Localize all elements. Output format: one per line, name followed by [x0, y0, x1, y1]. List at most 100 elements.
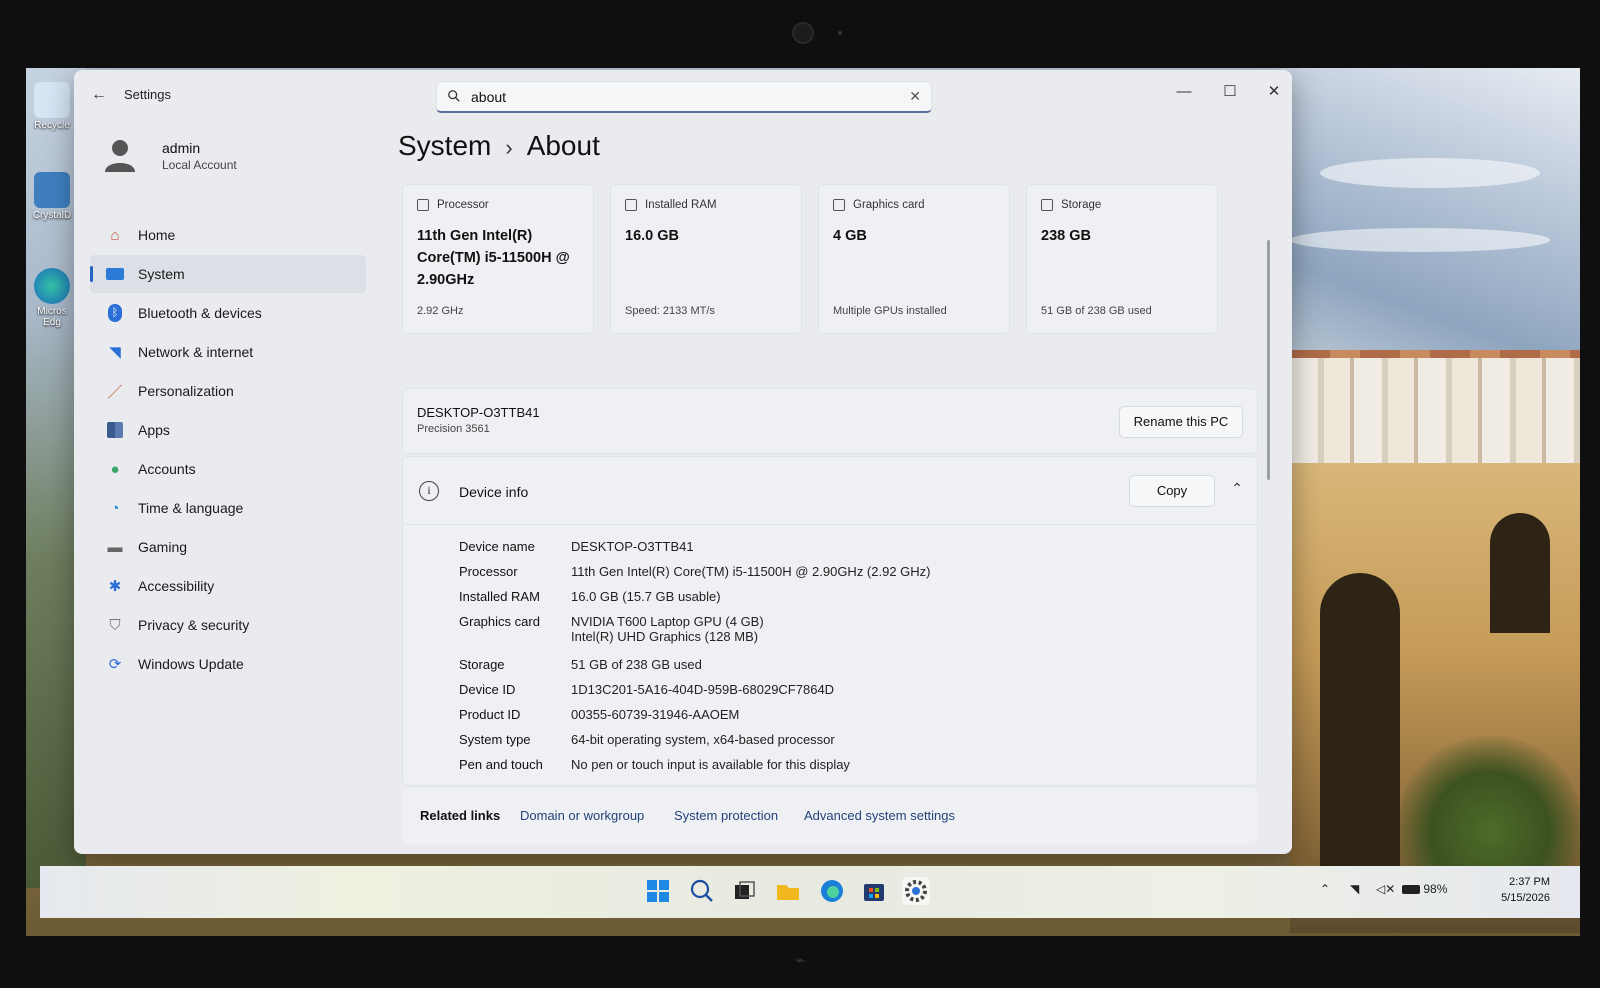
- maximize-button[interactable]: ☐: [1210, 78, 1250, 106]
- laptop-bezel: ⌁ Recycle CrystalD Micros Edg ← Settings…: [0, 0, 1600, 988]
- pc-name: DESKTOP-O3TTB41: [417, 405, 540, 420]
- battery-percent: 98%: [1423, 882, 1448, 896]
- card-value: 16.0 GB: [625, 228, 679, 244]
- rename-pc-button[interactable]: Rename this PC: [1119, 406, 1243, 438]
- edge-icon: [34, 268, 70, 304]
- back-button[interactable]: ←: [88, 84, 110, 106]
- sidebar-item-windows-update[interactable]: ⟳ Windows Update: [90, 645, 366, 683]
- store-icon: [864, 884, 884, 901]
- card-title: Installed RAM: [645, 199, 717, 211]
- webcam: [792, 22, 814, 44]
- sidebar-item-label: Accessibility: [138, 578, 215, 594]
- card-subtext: 51 GB of 238 GB used: [1041, 305, 1152, 317]
- desktop-icon-edge[interactable]: Micros Edg: [32, 268, 72, 328]
- accessibility-icon: ✱: [108, 578, 122, 595]
- pc-model: Precision 3561: [417, 423, 490, 435]
- search-input[interactable]: [471, 87, 891, 107]
- close-button[interactable]: ✕: [1254, 78, 1292, 106]
- recycle-bin-icon: [34, 82, 70, 118]
- spec-row-device-name: Device name DESKTOP-O3TTB41: [459, 539, 694, 554]
- globe-clock-icon: ◔: [110, 499, 120, 517]
- app-title: Settings: [124, 87, 171, 102]
- sidebar-item-home[interactable]: ⌂ Home: [90, 216, 366, 254]
- brush-icon: ／: [107, 383, 123, 401]
- card-subtext: Multiple GPUs installed: [833, 305, 947, 317]
- desktop-icon-crystal[interactable]: CrystalD: [32, 172, 72, 221]
- home-icon: ⌂: [110, 226, 120, 244]
- sidebar-item-network[interactable]: ◥ Network & internet: [90, 333, 366, 371]
- taskbar-search-button[interactable]: [688, 877, 716, 905]
- minimize-button[interactable]: —: [1164, 78, 1204, 106]
- gamepad-icon: ▬: [107, 538, 123, 556]
- card-subtext: Speed: 2133 MT/s: [625, 305, 715, 317]
- wifi-icon: ◥: [109, 344, 121, 361]
- chevron-up-icon[interactable]: ⌃: [1320, 882, 1330, 896]
- related-links: Related links Domain or workgroup System…: [402, 788, 1258, 844]
- search-box[interactable]: ✕: [436, 81, 932, 113]
- link-domain-workgroup[interactable]: Domain or workgroup: [520, 808, 644, 823]
- related-links-title: Related links: [420, 808, 501, 823]
- sidebar-item-bluetooth[interactable]: ᛒ Bluetooth & devices: [90, 294, 366, 332]
- spec-row-product-id: Product ID 00355-60739-31946-AAOEM: [459, 707, 740, 722]
- sidebar-nav: ⌂ Home System ᛒ Bluetooth & devices ◥ Ne…: [90, 216, 366, 684]
- sidebar-item-label: System: [138, 266, 185, 282]
- card-processor: Processor 11th Gen Intel(R) Core(TM) i5-…: [402, 184, 594, 334]
- settings-taskbar-button[interactable]: [902, 877, 930, 905]
- crystaldisk-icon: [34, 172, 70, 208]
- bluetooth-icon: ᛒ: [104, 303, 126, 323]
- spec-cards: Processor 11th Gen Intel(R) Core(TM) i5-…: [402, 184, 1232, 334]
- link-system-protection[interactable]: System protection: [674, 808, 778, 823]
- sidebar-item-label: Network & internet: [138, 344, 254, 360]
- clock[interactable]: 2:37 PM 5/15/2026: [1501, 874, 1550, 906]
- wifi-icon[interactable]: ◥: [1350, 882, 1359, 896]
- file-explorer-button[interactable]: [774, 877, 802, 905]
- volume-muted-icon[interactable]: ◁✕: [1376, 882, 1395, 896]
- chevron-right-icon: ›: [505, 135, 513, 160]
- battery-indicator[interactable]: 98%: [1402, 882, 1447, 896]
- sidebar-item-personalization[interactable]: ／ Personalization: [90, 372, 366, 410]
- avatar: [105, 140, 135, 172]
- user-name: admin: [162, 140, 201, 156]
- spec-row-system-type: System type 64-bit operating system, x64-…: [459, 732, 835, 747]
- card-title: Graphics card: [853, 199, 925, 211]
- edge-button[interactable]: [818, 877, 846, 905]
- sidebar-item-apps[interactable]: Apps: [90, 411, 366, 449]
- windows-logo-icon: [647, 880, 669, 902]
- store-button[interactable]: [860, 877, 888, 905]
- sidebar-item-accounts[interactable]: ● Accounts: [90, 450, 366, 488]
- edge-icon: [821, 880, 843, 902]
- clear-search-icon[interactable]: ✕: [909, 88, 921, 105]
- settings-window: ← Settings ✕ — ☐ ✕: [74, 70, 1292, 854]
- sidebar-item-time-language[interactable]: ◔ Time & language: [90, 489, 366, 527]
- desktop-icon-recycle[interactable]: Recycle: [32, 82, 72, 131]
- sidebar-item-accessibility[interactable]: ✱ Accessibility: [90, 567, 366, 605]
- card-value: 4 GB: [833, 228, 867, 244]
- copy-button[interactable]: Copy: [1129, 475, 1215, 507]
- clock-date: 5/15/2026: [1501, 892, 1550, 904]
- webcam-led: [838, 31, 842, 35]
- storage-icon: [1041, 199, 1053, 211]
- wallpaper-sky: [1280, 68, 1580, 388]
- spec-row-storage: Storage 51 GB of 238 GB used: [459, 657, 702, 672]
- scrollbar[interactable]: [1267, 240, 1270, 480]
- chevron-up-icon[interactable]: ⌃: [1231, 480, 1243, 497]
- sidebar-item-system[interactable]: System: [90, 255, 366, 293]
- start-button[interactable]: [644, 877, 672, 905]
- spec-row-ram: Installed RAM 16.0 GB (15.7 GB usable): [459, 589, 721, 604]
- spec-row-pen-touch: Pen and touch No pen or touch input is av…: [459, 757, 850, 772]
- device-info-title: Device info: [459, 484, 529, 500]
- task-view-button[interactable]: [730, 877, 758, 905]
- card-graphics: Graphics card 4 GB Multiple GPUs install…: [818, 184, 1010, 334]
- sidebar-item-privacy[interactable]: ⛉ Privacy & security: [90, 606, 366, 644]
- breadcrumb-parent[interactable]: System: [398, 130, 491, 161]
- task-view-icon: [735, 881, 755, 899]
- ram-icon: [625, 199, 637, 211]
- device-info-header[interactable]: i Device info Copy ⌃: [403, 457, 1257, 525]
- sidebar-item-label: Home: [138, 227, 176, 243]
- link-advanced-system-settings[interactable]: Advanced system settings: [804, 808, 955, 823]
- card-subtext: 2.92 GHz: [417, 305, 464, 317]
- card-storage: Storage 238 GB 51 GB of 238 GB used: [1026, 184, 1218, 334]
- sidebar-item-gaming[interactable]: ▬ Gaming: [90, 528, 366, 566]
- taskbar: ⌃ ◥ ◁✕ 98% 2:37 PM 5/15/2026: [40, 866, 1580, 918]
- laptop-logo: ⌁: [794, 950, 806, 970]
